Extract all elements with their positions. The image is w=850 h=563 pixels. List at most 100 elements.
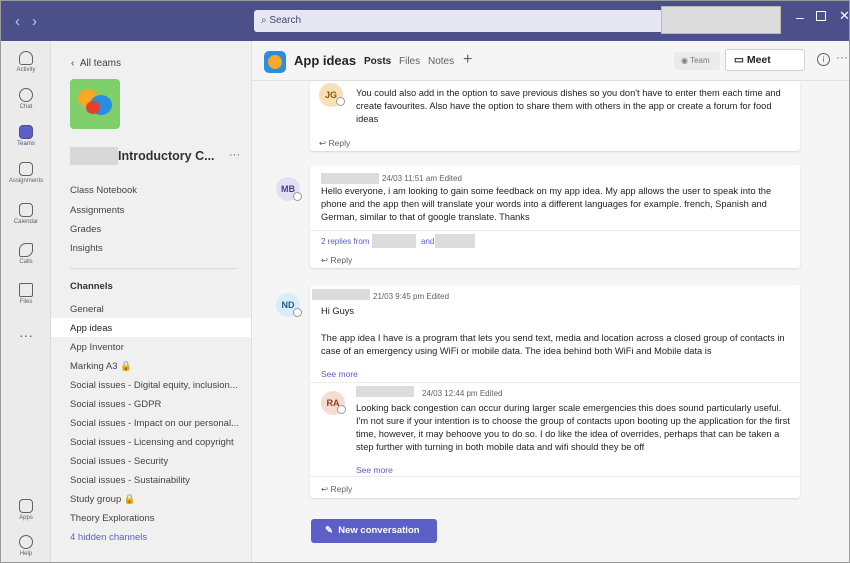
close-icon[interactable]: ✕ <box>839 8 849 24</box>
post-meta: 24/03 12:44 pm Edited <box>422 389 503 398</box>
rail-teams[interactable]: Teams <box>1 125 51 147</box>
maximize-icon[interactable] <box>816 11 826 21</box>
channels-heading: Channels <box>70 281 113 292</box>
more-apps-icon[interactable]: ··· <box>1 327 51 343</box>
channel-licensing[interactable]: Social issues - Licensing and copyright <box>51 432 251 451</box>
post-body: The app idea I have is a program that le… <box>321 333 785 356</box>
divider <box>310 476 800 477</box>
search-icon: ⌕ <box>261 15 267 26</box>
status-icon <box>293 192 302 201</box>
author-redacted <box>356 386 414 397</box>
info-icon[interactable]: i <box>817 53 830 66</box>
more-icon[interactable]: ··· <box>836 50 848 64</box>
search-placeholder: Search <box>269 15 302 26</box>
calendar-icon <box>19 203 33 217</box>
link-grades[interactable]: Grades <box>70 224 101 235</box>
post-meta: 24/03 11:51 am Edited <box>382 174 462 183</box>
rail-calls[interactable]: Calls <box>1 243 51 265</box>
team-panel: ‹ All teams Introductory C... ··· Class … <box>51 41 252 562</box>
team-button[interactable]: ◉ Team <box>674 52 720 70</box>
teams-window: ‹› ⌕ Search ··· – ✕ Activity Chat Teams … <box>0 0 850 563</box>
apps-icon <box>19 499 33 513</box>
bubble-shape <box>86 101 100 114</box>
link-assignments[interactable]: Assignments <box>70 205 124 216</box>
channel-app-inventor[interactable]: App Inventor <box>51 337 251 356</box>
channel-title: App ideas <box>294 53 357 68</box>
status-icon <box>336 97 345 106</box>
nav-arrows[interactable]: ‹› <box>15 13 49 30</box>
forward-arrow-icon[interactable]: › <box>32 13 49 30</box>
phone-icon <box>19 243 33 257</box>
channel-gdpr[interactable]: Social issues - GDPR <box>51 394 251 413</box>
see-more-link[interactable]: See more <box>356 465 393 475</box>
rail-assignments[interactable]: Assignments <box>1 162 51 184</box>
help-icon <box>19 535 33 549</box>
team-more-icon[interactable]: ··· <box>229 149 240 161</box>
team-name-redacted <box>70 147 118 165</box>
minimize-icon[interactable]: – <box>796 9 804 25</box>
channel-impact[interactable]: Social issues - Impact on our personal..… <box>51 413 251 432</box>
tab-posts[interactable]: Posts <box>364 56 391 67</box>
file-icon <box>19 283 33 297</box>
rail-apps[interactable]: Apps <box>1 499 51 521</box>
tab-files[interactable]: Files <box>399 56 420 67</box>
author-redacted <box>321 173 379 184</box>
post-card: 21/03 9:45 pm Edited Hi Guys The app ide… <box>310 285 800 498</box>
profile-redacted[interactable] <box>661 6 781 34</box>
chat-icon <box>19 88 33 102</box>
divider <box>310 382 800 383</box>
post-card: 24/03 11:51 am Edited Hello everyone, i … <box>310 165 800 268</box>
divider <box>310 230 800 231</box>
reply-button[interactable]: ↩ Reply <box>321 255 352 266</box>
bell-icon <box>19 51 33 65</box>
channel-app-ideas[interactable]: App ideas <box>51 318 251 337</box>
back-arrow-icon[interactable]: ‹ <box>15 13 32 30</box>
rail-help[interactable]: Help <box>1 535 51 557</box>
hidden-channels-link[interactable]: 4 hidden channels <box>51 527 251 546</box>
eye-icon: ◉ <box>681 56 691 65</box>
new-conversation-button[interactable]: ✎ New conversation <box>311 519 437 543</box>
status-icon <box>293 308 302 317</box>
rail-activity[interactable]: Activity <box>1 51 51 73</box>
app-rail: Activity Chat Teams Assignments Calendar… <box>1 41 51 562</box>
video-icon: ▭ <box>734 54 747 66</box>
meet-button[interactable]: ▭ Meet ⌄ <box>725 49 805 71</box>
rail-files[interactable]: Files <box>1 283 51 305</box>
rail-calendar[interactable]: Calendar <box>1 203 51 225</box>
post-meta: 21/03 9:45 pm Edited <box>373 292 450 301</box>
post-card: JG You could also add in the option to s… <box>310 81 800 151</box>
channel-theory[interactable]: Theory Explorations <box>51 508 251 527</box>
link-class-notebook[interactable]: Class Notebook <box>70 185 137 196</box>
channel-marking-a3[interactable]: Marking A3 🔒 <box>51 356 251 375</box>
post-body: Hello everyone, i am looking to gain som… <box>321 186 772 222</box>
link-insights[interactable]: Insights <box>70 243 103 254</box>
channel-security[interactable]: Social issues - Security <box>51 451 251 470</box>
replies-summary[interactable]: 2 replies from <box>321 237 369 246</box>
reply-button[interactable]: ↩ Reply <box>319 138 350 149</box>
reply-button[interactable]: ↩ Reply <box>321 484 352 495</box>
post-greeting: Hi Guys <box>321 306 355 316</box>
compose-icon: ✎ <box>325 525 339 536</box>
status-icon <box>337 405 346 414</box>
post-body: You could also add in the option to save… <box>356 88 781 124</box>
rail-chat[interactable]: Chat <box>1 88 51 110</box>
channel-general[interactable]: General <box>51 299 251 318</box>
see-more-link[interactable]: See more <box>321 369 358 379</box>
assignments-icon <box>19 162 33 176</box>
search-input[interactable]: ⌕ Search <box>254 10 689 32</box>
author-redacted <box>312 289 370 300</box>
teams-icon <box>19 125 33 139</box>
channel-sustainability[interactable]: Social issues - Sustainability <box>51 470 251 489</box>
chevron-left-icon: ‹ <box>71 58 80 69</box>
channel-digital-equity[interactable]: Social issues - Digital equity, inclusio… <box>51 375 251 394</box>
replies-and: and <box>421 237 435 246</box>
channel-study-group[interactable]: Study group 🔒 <box>51 489 251 508</box>
all-teams-link[interactable]: ‹ All teams <box>71 58 121 69</box>
tab-notes[interactable]: Notes <box>428 56 454 67</box>
divider <box>70 268 237 269</box>
team-name: Introductory C... <box>118 149 215 163</box>
channel-main: App ideas Posts Files Notes + ◉ Team ▭ M… <box>252 41 849 562</box>
reply-body: Looking back congestion can occur during… <box>356 403 790 452</box>
add-tab-icon[interactable]: + <box>463 51 472 69</box>
team-logo <box>70 79 120 129</box>
